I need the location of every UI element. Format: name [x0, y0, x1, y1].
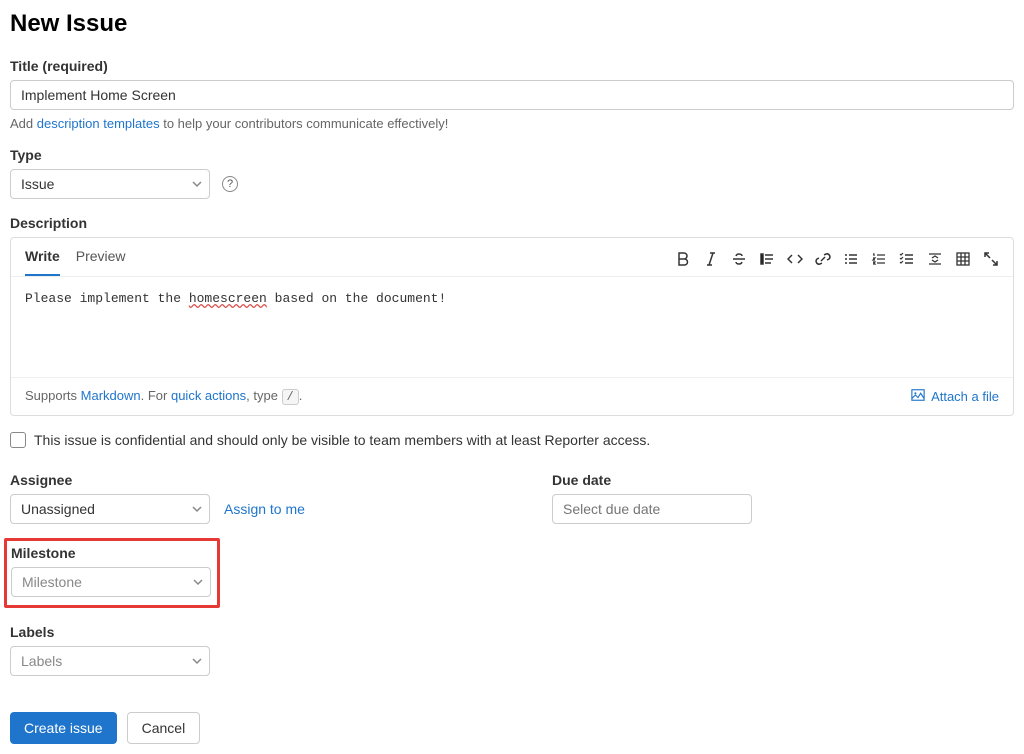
description-group: Description Write Preview [10, 215, 1014, 416]
quote-icon[interactable] [759, 251, 775, 267]
attach-file-link[interactable]: Attach a file [911, 388, 999, 405]
labels-group: Labels Labels [10, 624, 512, 676]
create-issue-button[interactable]: Create issue [10, 712, 117, 744]
confidential-checkbox[interactable] [10, 432, 26, 448]
hint-suffix: to help your contributors communicate ef… [160, 116, 449, 131]
italic-icon[interactable] [703, 251, 719, 267]
type-select[interactable]: Issue [10, 169, 210, 199]
table-icon[interactable] [955, 251, 971, 267]
link-icon[interactable] [815, 251, 831, 267]
description-templates-link[interactable]: description templates [37, 116, 160, 131]
labels-label: Labels [10, 624, 512, 640]
collapse-icon[interactable] [927, 251, 943, 267]
markdown-link[interactable]: Markdown [81, 388, 141, 403]
bold-icon[interactable] [675, 251, 691, 267]
image-icon [911, 388, 925, 405]
due-date-label: Due date [552, 472, 1024, 488]
milestone-label: Milestone [11, 545, 211, 561]
task-list-icon[interactable] [899, 251, 915, 267]
confidential-row: This issue is confidential and should on… [10, 432, 1014, 448]
slash-key-badge: / [282, 389, 299, 405]
type-label: Type [10, 147, 1014, 163]
milestone-group: Milestone Milestone [11, 545, 211, 597]
type-group: Type Issue ? [10, 147, 1014, 199]
quick-actions-link[interactable]: quick actions [171, 388, 246, 403]
footer-hint: Supports Markdown. For quick actions, ty… [25, 388, 302, 405]
assignee-label: Assignee [10, 472, 512, 488]
help-icon[interactable]: ? [222, 176, 238, 192]
cancel-button[interactable]: Cancel [127, 712, 201, 744]
due-date-input[interactable] [552, 494, 752, 524]
hint-prefix: Add [10, 116, 37, 131]
assignee-select[interactable]: Unassigned [10, 494, 210, 524]
description-label: Description [10, 215, 1014, 231]
milestone-select[interactable]: Milestone [11, 567, 211, 597]
code-icon[interactable] [787, 251, 803, 267]
description-textarea[interactable]: Please implement the homescreen based on… [11, 277, 1013, 377]
body-prefix: Please implement the [25, 291, 189, 306]
title-group: Title (required) Add description templat… [10, 58, 1014, 131]
template-hint: Add description templates to help your c… [10, 116, 1014, 131]
page-title: New Issue [10, 10, 1014, 38]
body-spell-error: homescreen [189, 291, 267, 306]
title-label: Title (required) [10, 58, 1014, 74]
assignee-group: Assignee Unassigned Assign to me [10, 472, 512, 524]
labels-select[interactable]: Labels [10, 646, 210, 676]
number-list-icon[interactable] [871, 251, 887, 267]
confidential-label: This issue is confidential and should on… [34, 432, 650, 448]
bullet-list-icon[interactable] [843, 251, 859, 267]
title-input[interactable] [10, 80, 1014, 110]
assign-to-me-link[interactable]: Assign to me [224, 501, 305, 517]
strikethrough-icon[interactable] [731, 251, 747, 267]
toolbar [675, 251, 999, 273]
due-date-group: Due date [552, 472, 1024, 524]
tab-write[interactable]: Write [25, 248, 60, 276]
fullscreen-icon[interactable] [983, 251, 999, 267]
milestone-highlight: Milestone Milestone [4, 538, 220, 608]
tab-preview[interactable]: Preview [76, 248, 126, 276]
body-suffix: based on the document! [267, 291, 446, 306]
